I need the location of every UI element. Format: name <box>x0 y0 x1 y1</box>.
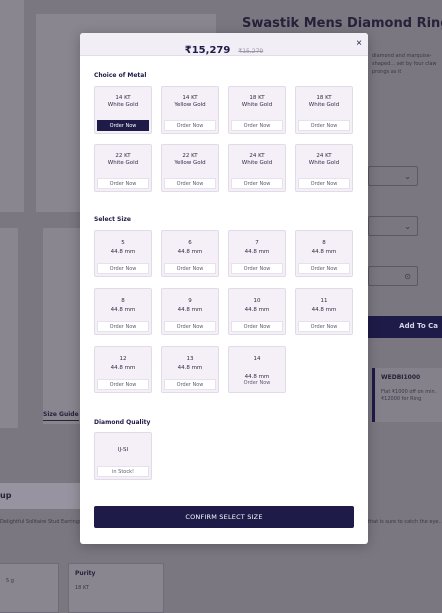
product-thumbnail-left <box>0 228 18 428</box>
spec-purity: Purity 18 KT <box>68 563 164 613</box>
order-now-button[interactable]: Order Now <box>164 321 216 332</box>
metal-select[interactable]: ⌄ <box>368 166 418 186</box>
order-now-button[interactable]: Order Now <box>231 263 283 274</box>
size-option[interactable]: 8 44.8 mm Order Now <box>94 288 152 335</box>
metal-section-title: Choice of Metal <box>94 72 147 79</box>
size-option[interactable]: 7 44.8 mm Order Now <box>228 230 286 277</box>
size-option[interactable]: 5 44.8 mm Order Now <box>94 230 152 277</box>
size-section-title: Select Size <box>94 216 131 223</box>
size-option[interactable]: 13 44.8 mm Order Now <box>161 346 219 393</box>
order-now-button[interactable]: Order Now <box>231 321 283 332</box>
target-icon: ⊙ <box>404 272 411 281</box>
size-guide-link[interactable]: Size Guide <box>43 411 79 421</box>
order-now-button[interactable]: Order Now <box>298 120 350 131</box>
order-now-button[interactable]: Order Now <box>231 378 283 389</box>
pincode-field[interactable]: ⊙ <box>368 266 418 286</box>
price: ₹15,279 <box>184 45 231 56</box>
metal-option[interactable]: 18 KT White Gold Order Now <box>228 86 286 134</box>
order-now-button[interactable]: Order Now <box>97 379 149 390</box>
quality-option[interactable]: IJ-SI in Stock! <box>94 432 152 480</box>
select-options-modal: ₹15,279 ₹15,279 × Choice of Metal 14 KT … <box>80 33 368 544</box>
order-now-button[interactable]: Order Now <box>97 263 149 274</box>
order-now-button[interactable]: Order Now <box>298 321 350 332</box>
order-now-button[interactable]: Order Now <box>97 120 149 131</box>
offer-card: WEDBI1000 Flat ₹1000 off on min. ₹12000 … <box>372 368 442 422</box>
size-option[interactable]: 11 44.8 mm Order Now <box>295 288 353 335</box>
product-thumbnail-main <box>43 228 81 424</box>
details-paragraph-left: Delightful Solitaire Stud Earrings... th… <box>0 519 84 525</box>
old-price: ₹15,279 <box>238 48 264 55</box>
order-now-button[interactable]: Order Now <box>298 178 350 189</box>
order-now-button[interactable]: Order Now <box>298 263 350 274</box>
product-description: diamond and marquise-shaped... set by fo… <box>372 53 437 75</box>
order-now-button[interactable]: Order Now <box>164 178 216 189</box>
quality-section-title: Diamond Quality <box>94 419 151 426</box>
size-option[interactable]: 10 44.8 mm Order Now <box>228 288 286 335</box>
metal-option[interactable]: 24 KT White Gold Order Now <box>228 144 286 192</box>
stock-status: in Stock! <box>97 466 149 477</box>
offer-text: Flat ₹1000 off on min. ₹12000 for Ring <box>381 389 437 402</box>
offer-code: WEDBI1000 <box>381 374 421 381</box>
details-tab[interactable]: up <box>0 483 80 509</box>
size-option[interactable]: 9 44.8 mm Order Now <box>161 288 219 335</box>
metal-option[interactable]: 14 KT White Gold Order Now <box>94 86 152 134</box>
chevron-down-icon: ⌄ <box>404 222 411 231</box>
product-image-panel <box>0 0 24 212</box>
size-option[interactable]: 8 44.8 mm Order Now <box>295 230 353 277</box>
spec-weight: 5 g <box>0 563 59 613</box>
size-option[interactable]: 6 44.8 mm Order Now <box>161 230 219 277</box>
metal-option[interactable]: 22 KT Yellow Gold Order Now <box>161 144 219 192</box>
metal-option[interactable]: 18 KT White Gold Order Now <box>295 86 353 134</box>
order-now-button[interactable]: Order Now <box>164 379 216 390</box>
metal-option[interactable]: 24 KT White Gold Order Now <box>295 144 353 192</box>
modal-header: ₹15,279 ₹15,279 × <box>80 33 368 56</box>
close-icon[interactable]: × <box>356 37 362 51</box>
size-option[interactable]: 12 44.8 mm Order Now <box>94 346 152 393</box>
order-now-button[interactable]: Order Now <box>231 120 283 131</box>
order-now-button[interactable]: Order Now <box>97 178 149 189</box>
order-now-button[interactable]: Order Now <box>164 120 216 131</box>
chevron-down-icon: ⌄ <box>404 172 411 181</box>
size-select[interactable]: ⌄ <box>368 216 418 236</box>
order-now-button[interactable]: Order Now <box>97 321 149 332</box>
metal-option[interactable]: 22 KT White Gold Order Now <box>94 144 152 192</box>
confirm-select-size-button[interactable]: CONFIRM SELECT SIZE <box>94 506 354 528</box>
size-option[interactable]: 14 44.8 mm Order Now <box>228 346 286 393</box>
details-paragraph-right: that is sure to catch the eye... your ev… <box>368 519 442 525</box>
add-to-cart-button[interactable]: Add To Ca <box>368 316 442 338</box>
metal-option[interactable]: 14 KT Yellow Gold Order Now <box>161 86 219 134</box>
order-now-button[interactable]: Order Now <box>231 178 283 189</box>
order-now-button[interactable]: Order Now <box>164 263 216 274</box>
product-title: Swastik Mens Diamond Ring <box>242 16 442 31</box>
